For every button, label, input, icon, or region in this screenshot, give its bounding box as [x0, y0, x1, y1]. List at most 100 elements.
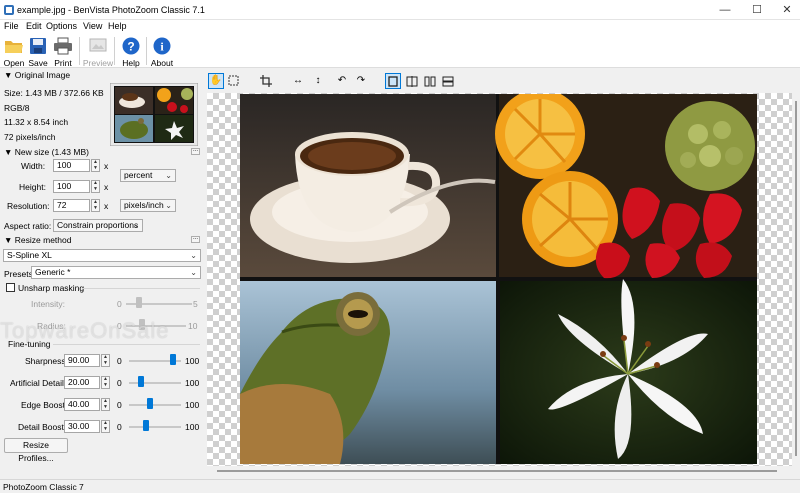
menu-edit[interactable]: Edit [26, 21, 42, 31]
title-bar: example.jpg - BenVista PhotoZoom Classic… [0, 0, 800, 20]
sharpness-max: 100 [185, 356, 200, 366]
edge-boost-input[interactable]: 40.00 [64, 398, 100, 411]
original-more-button[interactable]: ... [191, 147, 200, 155]
artificial-detail-slider-thumb[interactable] [138, 376, 145, 387]
vertical-scroll-thumb[interactable] [795, 101, 797, 456]
close-button[interactable]: ✕ [772, 0, 800, 20]
detail-boost-input[interactable]: 30.00 [64, 420, 100, 433]
side-by-side-button[interactable] [422, 73, 438, 89]
rotate-right-icon: ↷ [356, 75, 366, 86]
aspect-ratio-value: Constrain proportions [57, 220, 139, 230]
about-label: About [150, 58, 174, 68]
original-image-header[interactable]: ▼ Original Image [4, 70, 70, 80]
resize-more-button[interactable]: ... [191, 235, 200, 243]
original-size: Size: 1.43 MB / 372.66 KB [4, 88, 104, 98]
rotate-right-button[interactable]: ↷ [353, 73, 369, 89]
edge-boost-spinner[interactable]: ▲ ▼ [101, 398, 110, 411]
app-icon [4, 5, 14, 15]
edge-boost-max: 100 [185, 400, 200, 410]
sharpness-spinner[interactable]: ▲ ▼ [101, 354, 110, 367]
print-label: Print [54, 58, 72, 68]
resolution-link-glyph: x [104, 201, 109, 211]
status-bar: PhotoZoom Classic 7 [0, 479, 800, 493]
radius-max: 10 [188, 321, 198, 331]
original-dimensions: 11.32 x 8.54 inch [4, 117, 69, 127]
height-label: Height: [19, 182, 46, 192]
crop-tool-button[interactable] [258, 73, 274, 89]
printer-icon [54, 37, 72, 55]
single-view-button[interactable] [385, 73, 401, 89]
edge-boost-slider-track[interactable] [129, 404, 181, 406]
width-input[interactable]: 100 [53, 159, 90, 172]
minimize-button[interactable]: — [710, 0, 740, 20]
menu-view[interactable]: View [83, 21, 102, 31]
floppy-disk-icon [30, 38, 46, 54]
height-input[interactable]: 100 [53, 180, 90, 193]
size-unit-value: percent [124, 170, 153, 180]
sharpness-slider-thumb[interactable] [170, 354, 177, 365]
detail-boost-slider-track[interactable] [129, 426, 181, 428]
chevron-down-icon: ⌄ [132, 221, 139, 230]
horizontal-scroll-thumb[interactable] [217, 470, 777, 472]
menu-file[interactable]: File [4, 21, 19, 31]
edge-boost-slider-thumb[interactable] [147, 398, 154, 409]
resize-method-header[interactable]: ▼ Resize method [4, 235, 71, 245]
resolution-input[interactable]: 72 [53, 199, 90, 212]
print-button[interactable]: Print [50, 36, 76, 68]
settings-panel: ▼ Original Image Size: 1.43 MB / 372.66 … [0, 69, 205, 479]
maximize-button[interactable]: ☐ [742, 0, 772, 20]
original-image-title: Original Image [14, 70, 71, 80]
new-size-header[interactable]: ▼ New size (1.43 MB) [4, 147, 89, 157]
size-unit-dropdown[interactable]: percent ⌄ [120, 169, 176, 182]
presets-dropdown[interactable]: Generic * ⌄ [31, 266, 201, 279]
resize-profiles-button[interactable]: Resize Profiles... [4, 438, 68, 463]
toolbar-separator [79, 37, 80, 65]
toolbar: Open Save Print Preview ? Help i About [0, 34, 800, 68]
width-spinner[interactable]: ▲ ▼ [91, 159, 100, 172]
menu-bar: File Edit Options View Help [0, 20, 800, 34]
fit-height-button[interactable]: ↕ [310, 73, 326, 89]
height-link-glyph: x [104, 182, 109, 192]
chevron-down-icon: ⌄ [165, 171, 172, 180]
menu-help[interactable]: Help [108, 21, 127, 31]
width-label: Width: [21, 161, 46, 171]
resolution-spinner[interactable]: ▲ ▼ [91, 199, 100, 212]
top-bottom-button[interactable] [440, 73, 456, 89]
detail-boost-spinner[interactable]: ▲ ▼ [101, 420, 110, 433]
horizontal-scrollbar[interactable] [207, 466, 792, 478]
help-button[interactable]: ? Help [118, 36, 144, 68]
unsharp-masking-checkbox[interactable] [6, 283, 15, 292]
intensity-slider-thumb[interactable] [136, 297, 142, 308]
artificial-detail-spinner[interactable]: ▲ ▼ [101, 376, 110, 389]
preview-image [240, 94, 757, 464]
sharpness-label: Sharpness: [25, 356, 68, 366]
preview-button[interactable]: Preview [83, 36, 113, 68]
original-thumbnail [110, 83, 198, 146]
height-spinner[interactable]: ▲ ▼ [91, 180, 100, 193]
resize-method-dropdown[interactable]: S-Spline XL ⌄ [3, 249, 201, 262]
rotate-left-button[interactable]: ↶ [334, 73, 350, 89]
vertical-arrows-icon: ↕ [315, 75, 321, 86]
detail-boost-slider-thumb[interactable] [142, 420, 149, 431]
about-button[interactable]: i About [149, 36, 175, 68]
vertical-scrollbar[interactable] [792, 93, 800, 466]
width-link-glyph: x [104, 161, 109, 171]
original-mode: RGB/8 [4, 103, 30, 113]
aspect-ratio-dropdown[interactable]: Constrain proportions ⌄ [53, 219, 143, 232]
presets-value: Generic * [35, 267, 71, 277]
artificial-detail-input[interactable]: 20.00 [64, 376, 100, 389]
preview-label: Preview [82, 58, 114, 68]
resolution-unit-dropdown[interactable]: pixels/inch ⌄ [120, 199, 176, 212]
top-bottom-icon [442, 76, 454, 87]
fit-width-button[interactable]: ↔ [290, 73, 306, 89]
side-by-side-icon [424, 76, 436, 87]
preview-icon [89, 38, 107, 52]
artificial-detail-slider-track[interactable] [129, 382, 181, 384]
select-tool-button[interactable] [226, 73, 242, 89]
split-view-button[interactable] [404, 73, 420, 89]
edge-boost-label: Edge Boost: [21, 400, 68, 410]
hand-tool-button[interactable]: ✋ [208, 73, 224, 89]
sharpness-input[interactable]: 90.00 [64, 354, 100, 367]
menu-options[interactable]: Options [46, 21, 77, 31]
artificial-detail-max: 100 [185, 378, 200, 388]
